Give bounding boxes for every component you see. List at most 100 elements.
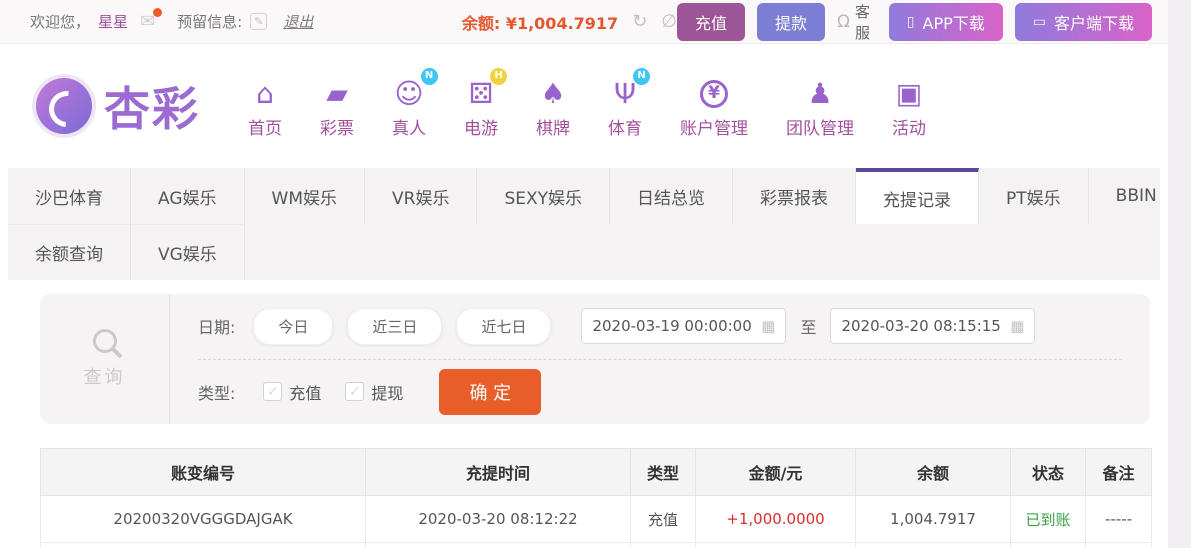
calendar-icon: ▦ bbox=[1010, 317, 1025, 336]
nav-item-team[interactable]: ♟ 团队管理 bbox=[786, 74, 854, 139]
home-icon: ⌂ bbox=[256, 76, 274, 110]
hot-badge: H bbox=[490, 67, 508, 85]
new-badge: N bbox=[633, 67, 651, 85]
brand-logo[interactable]: 杏彩 bbox=[36, 73, 200, 139]
checkbox-withdraw[interactable]: 提现 bbox=[345, 380, 403, 404]
cell-status: 已到账 bbox=[1010, 495, 1086, 543]
topbar-center: 余额: ¥1,004.7917 ↻ ∅ bbox=[462, 10, 677, 34]
phone-icon: ▯ bbox=[906, 13, 915, 30]
col-time: 充提时间 bbox=[365, 448, 631, 496]
new-badge: N bbox=[420, 67, 438, 85]
yen-circle-icon: ¥ bbox=[700, 74, 728, 108]
nav-item-sports[interactable]: ΨN 体育 bbox=[608, 67, 651, 139]
edit-icon[interactable]: ✎ bbox=[250, 13, 268, 30]
tab-vg[interactable]: VG娱乐 bbox=[131, 224, 245, 280]
monitor-icon: ▭ bbox=[1032, 13, 1046, 30]
service-label: 客服 bbox=[855, 2, 871, 42]
range-today-button[interactable]: 今日 bbox=[253, 307, 334, 345]
nav-item-egames[interactable]: ⚄ H 电游 bbox=[464, 67, 508, 139]
page: 欢迎您， 星星 ✉ 预留信息: ✎ 退出 余额: ¥1,004.7917 ↻ ∅… bbox=[0, 0, 1168, 548]
cell-change-no: 20200320VGGGDAJGAK bbox=[40, 495, 366, 543]
col-amount: 金额/元 bbox=[695, 448, 856, 496]
table-row-partial bbox=[40, 542, 1152, 548]
search-icon bbox=[92, 329, 117, 353]
app-download-label: APP下载 bbox=[922, 13, 985, 33]
recharge-button[interactable]: 充值 bbox=[676, 2, 745, 41]
tab-daily-summary[interactable]: 日结总览 bbox=[610, 168, 734, 224]
tab-vr[interactable]: VR娱乐 bbox=[365, 168, 478, 224]
tab-shaba-sports[interactable]: 沙巴体育 bbox=[8, 168, 131, 224]
date-to-value: 2020-03-20 08:15:15 bbox=[841, 317, 1001, 336]
tab-bbin[interactable]: BBIN bbox=[1089, 168, 1168, 224]
gift-icon: ▣ bbox=[895, 76, 923, 110]
logout-link[interactable]: 退出 bbox=[283, 11, 313, 32]
nav-item-promo[interactable]: ▣ 活动 bbox=[892, 74, 926, 139]
type-label: 类型: bbox=[198, 383, 236, 403]
date-filter-row: 日期: 今日 近三日 近七日 2020-03-19 00:00:00 ▦ 至 2… bbox=[198, 294, 1122, 360]
records-table: 账变编号 充提时间 类型 金额/元 余额 状态 备注 20200320VGGGD… bbox=[40, 448, 1152, 548]
headset-icon: Ω bbox=[837, 11, 850, 32]
range-3days-button[interactable]: 近三日 bbox=[347, 307, 443, 345]
cell-amount: +1,000.0000 bbox=[695, 495, 856, 543]
eye-off-icon[interactable]: ∅ bbox=[661, 11, 677, 32]
tab-pt[interactable]: PT娱乐 bbox=[979, 168, 1089, 224]
header: 杏彩 ⌂ 首页 ▰ 彩票 ☺ N 真人 ⚄ H 电游 ♠ 棋牌 Ψ N 体育 ¥… bbox=[0, 44, 1168, 168]
report-tabs: 沙巴体育 AG娱乐 WM娱乐 VR娱乐 SEXY娱乐 日结总览 彩票报表 充提记… bbox=[8, 168, 1160, 280]
tab-sexy[interactable]: SEXY娱乐 bbox=[477, 168, 611, 224]
customer-service[interactable]: Ω 客服 bbox=[837, 1, 877, 43]
col-status: 状态 bbox=[1010, 448, 1086, 496]
gamepad-icon: ⚄ H bbox=[469, 67, 508, 108]
client-download-button[interactable]: ▭ 客户端下载 bbox=[1014, 2, 1152, 41]
col-balance: 余额 bbox=[855, 448, 1011, 496]
ticket-icon: ▰ bbox=[326, 76, 348, 110]
tab-lottery-report[interactable]: 彩票报表 bbox=[733, 168, 857, 224]
col-change-no: 账变编号 bbox=[40, 448, 366, 496]
live-person-icon: ☺ N bbox=[394, 67, 438, 108]
checkbox-recharge[interactable]: 充值 bbox=[263, 380, 321, 404]
tab-row-1: 沙巴体育 AG娱乐 WM娱乐 VR娱乐 SEXY娱乐 日结总览 彩票报表 充提记… bbox=[8, 168, 1160, 224]
mail-icon[interactable]: ✉ bbox=[140, 8, 163, 32]
username[interactable]: 星星 bbox=[98, 11, 128, 32]
nav-item-cards[interactable]: ♠ 棋牌 bbox=[536, 74, 570, 139]
type-filter-row: 类型: 充值 提现 确 定 bbox=[198, 360, 1122, 425]
client-download-label: 客户端下载 bbox=[1053, 13, 1134, 33]
tab-balance-query[interactable]: 余额查询 bbox=[8, 224, 131, 280]
withdraw-button[interactable]: 提款 bbox=[756, 2, 825, 41]
cell-type: 充值 bbox=[630, 495, 696, 543]
date-to-input[interactable]: 2020-03-20 08:15:15 ▦ bbox=[830, 308, 1036, 345]
team-icon: ♟ bbox=[807, 76, 833, 110]
records-table-wrap: 账变编号 充提时间 类型 金额/元 余额 状态 备注 20200320VGGGD… bbox=[40, 448, 1152, 548]
query-label: 查询 bbox=[83, 367, 126, 388]
nav-item-home[interactable]: ⌂ 首页 bbox=[248, 74, 282, 139]
notification-dot bbox=[153, 8, 163, 17]
nav-item-lottery[interactable]: ▰ 彩票 bbox=[320, 74, 354, 139]
table-header-row: 账变编号 充提时间 类型 金额/元 余额 状态 备注 bbox=[40, 448, 1152, 496]
tab-row-2: 余额查询 VG娱乐 bbox=[8, 224, 1160, 280]
col-remark: 备注 bbox=[1085, 448, 1152, 496]
calendar-icon: ▦ bbox=[761, 317, 776, 336]
table-row: 20200320VGGGDAJGAK 2020-03-20 08:12:22 充… bbox=[40, 495, 1152, 543]
main-nav: ⌂ 首页 ▰ 彩票 ☺ N 真人 ⚄ H 电游 ♠ 棋牌 ΨN 体育 ¥ 账户管… bbox=[248, 67, 926, 139]
date-label: 日期: bbox=[198, 318, 236, 338]
submit-button[interactable]: 确 定 bbox=[439, 368, 542, 415]
refresh-icon[interactable]: ↻ bbox=[632, 11, 647, 32]
logo-emblem-icon bbox=[36, 78, 92, 134]
balance: 余额: ¥1,004.7917 bbox=[462, 10, 618, 34]
query-panel-label-block: 查询 bbox=[40, 294, 170, 424]
tab-deposit-withdraw-records[interactable]: 充提记录 bbox=[856, 168, 980, 224]
nav-item-account[interactable]: ¥ 账户管理 bbox=[680, 74, 748, 139]
brand-name: 杏彩 bbox=[104, 82, 200, 136]
date-from-value: 2020-03-19 00:00:00 bbox=[592, 317, 752, 336]
checkbox-icon bbox=[345, 382, 365, 402]
nav-item-live[interactable]: ☺ N 真人 bbox=[392, 67, 438, 139]
date-from-input[interactable]: 2020-03-19 00:00:00 ▦ bbox=[581, 308, 787, 345]
app-download-button[interactable]: ▯ APP下载 bbox=[888, 2, 1003, 41]
tab-wm[interactable]: WM娱乐 bbox=[245, 168, 365, 224]
cell-time: 2020-03-20 08:12:22 bbox=[365, 495, 631, 543]
range-join-label: 至 bbox=[800, 318, 817, 338]
query-form: 日期: 今日 近三日 近七日 2020-03-19 00:00:00 ▦ 至 2… bbox=[170, 294, 1150, 424]
welcome-text: 欢迎您， bbox=[30, 13, 91, 31]
reserved-info-label: 预留信息: bbox=[177, 13, 243, 31]
range-7days-button[interactable]: 近七日 bbox=[456, 307, 552, 345]
tab-ag[interactable]: AG娱乐 bbox=[131, 168, 245, 224]
